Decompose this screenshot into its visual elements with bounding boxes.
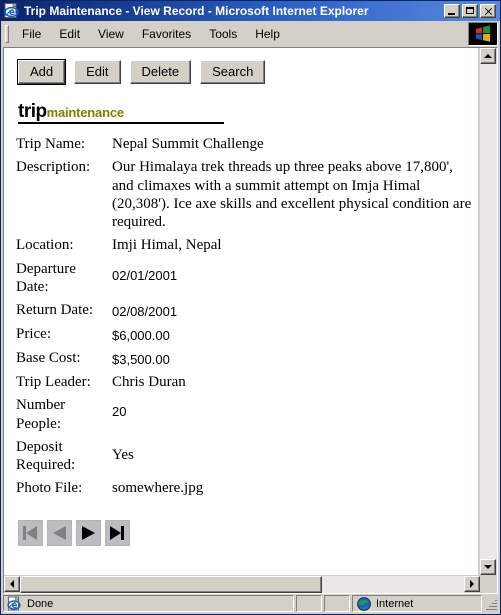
security-zone-label: Internet xyxy=(376,597,414,610)
skip-to-first-icon xyxy=(22,525,39,541)
menu-item-edit[interactable]: Edit xyxy=(50,25,89,43)
title-bar: e Trip Maintenance - View Record - Micro… xyxy=(1,1,500,21)
field-label-description: Description: xyxy=(16,159,91,176)
field-value-location: Imji Himal, Nepal xyxy=(112,237,222,254)
page-title-secondary: maintenance xyxy=(46,105,124,120)
scroll-left-button[interactable] xyxy=(4,576,20,592)
trip-record-table: Trip Name: Nepal Summit Challenge Descri… xyxy=(16,134,477,502)
scroll-up-button[interactable] xyxy=(480,48,496,64)
scroll-right-button[interactable] xyxy=(464,576,480,592)
scrollbar-corner xyxy=(480,575,497,593)
field-value-base-cost: $3,500.00 xyxy=(112,352,170,368)
field-value-trip-name: Nepal Summit Challenge xyxy=(112,136,264,152)
menu-bar: File Edit View Favorites Tools Help xyxy=(1,21,500,47)
search-button[interactable]: Search xyxy=(200,60,266,84)
vertical-scroll-track[interactable] xyxy=(480,64,497,559)
window-controls xyxy=(444,4,498,18)
status-pane-secondary-1 xyxy=(296,595,322,612)
field-value-trip-leader: Chris Duran xyxy=(112,373,186,390)
status-pane-secondary-2 xyxy=(324,595,350,612)
window-title: Trip Maintenance - View Record - Microso… xyxy=(24,4,369,18)
horizontal-scroll-track[interactable] xyxy=(20,576,464,593)
field-label-return-date: Return Date: xyxy=(16,302,94,319)
status-message: Done xyxy=(27,597,54,610)
maximize-button[interactable] xyxy=(462,4,478,18)
browser-client-area: Add Edit Delete Search tripmaintenance T xyxy=(3,47,498,594)
previous-record-button[interactable] xyxy=(47,519,72,546)
field-label-price: Price: xyxy=(16,326,51,343)
table-row: Price: $6,000.00 xyxy=(16,324,477,348)
skip-to-last-icon xyxy=(109,525,126,541)
field-label-deposit-required: Deposit Required: xyxy=(16,438,76,474)
field-value-photo-file: somewhere.jpg xyxy=(112,480,204,497)
horizontal-scrollbar-row xyxy=(4,575,497,593)
field-value-departure-date: 02/01/2001 xyxy=(112,267,178,283)
ie-document-icon: e xyxy=(4,2,20,19)
table-row: Trip Name: Nepal Summit Challenge xyxy=(16,134,477,157)
vertical-scrollbar[interactable] xyxy=(479,48,497,575)
security-zone-pane[interactable]: Internet xyxy=(352,595,482,612)
svg-text:e: e xyxy=(9,8,15,18)
menu-items: File Edit View Favorites Tools Help xyxy=(13,25,468,43)
last-record-button[interactable] xyxy=(105,519,130,546)
field-value-number-people: 20 xyxy=(112,404,127,420)
menu-item-favorites[interactable]: Favorites xyxy=(133,25,200,43)
menu-drag-handle[interactable] xyxy=(5,24,9,43)
browser-window: e Trip Maintenance - View Record - Micro… xyxy=(0,0,501,615)
svg-text:e: e xyxy=(12,600,18,610)
minimize-button[interactable] xyxy=(444,4,460,18)
next-record-button[interactable] xyxy=(76,519,101,546)
resize-grip[interactable] xyxy=(484,595,498,612)
close-button[interactable] xyxy=(480,4,496,18)
edit-button[interactable]: Edit xyxy=(74,60,121,84)
menu-item-view[interactable]: View xyxy=(89,25,133,43)
add-button[interactable]: Add xyxy=(16,59,67,85)
menu-item-file[interactable]: File xyxy=(13,25,50,43)
field-value-description: Our Himalaya trek threads up three peaks… xyxy=(112,159,472,231)
field-value-return-date: 02/08/2001 xyxy=(112,304,178,320)
windows-flag-logo[interactable] xyxy=(468,21,498,46)
status-message-pane: e Done xyxy=(3,595,294,612)
table-row: Location: Imji Himal, Nepal xyxy=(16,235,477,258)
page-title: tripmaintenance xyxy=(18,102,224,124)
record-navigation xyxy=(18,519,468,546)
delete-button[interactable]: Delete xyxy=(129,60,192,84)
next-icon xyxy=(80,525,97,541)
record-action-toolbar: Add Edit Delete Search xyxy=(16,59,468,85)
field-value-price: $6,000.00 xyxy=(112,328,170,344)
ie-document-icon: e xyxy=(7,596,23,611)
table-row: Return Date: 02/08/2001 xyxy=(16,300,477,324)
field-label-base-cost: Base Cost: xyxy=(16,350,81,367)
field-label-departure-date: Departure Date: xyxy=(16,260,76,296)
table-row: Number People: 20 xyxy=(16,395,477,437)
scroll-down-button[interactable] xyxy=(480,559,496,575)
previous-icon xyxy=(51,525,68,541)
page-content: Add Edit Delete Search tripmaintenance T xyxy=(4,48,478,552)
field-label-photo-file: Photo File: xyxy=(16,480,83,497)
globe-icon xyxy=(356,596,372,611)
table-row: Departure Date: 02/01/2001 xyxy=(16,259,477,301)
first-record-button[interactable] xyxy=(18,519,43,546)
horizontal-scrollbar[interactable] xyxy=(4,575,480,593)
table-row: Trip Leader: Chris Duran xyxy=(16,372,477,395)
table-row: Photo File: somewhere.jpg xyxy=(16,478,477,501)
field-label-trip-leader: Trip Leader: xyxy=(16,373,91,390)
horizontal-scroll-thumb[interactable] xyxy=(20,576,322,593)
table-row: Base Cost: $3,500.00 xyxy=(16,348,477,372)
status-bar: e Done Internet xyxy=(1,594,500,614)
menu-item-tools[interactable]: Tools xyxy=(200,25,246,43)
field-label-trip-name: Trip Name: xyxy=(16,136,86,152)
field-value-deposit-required: Yes xyxy=(112,446,134,463)
field-label-number-people: Number People: xyxy=(16,397,66,432)
table-row: Deposit Required: Yes xyxy=(16,437,477,479)
page-title-primary: trip xyxy=(18,101,47,122)
document-viewport: Add Edit Delete Search tripmaintenance T xyxy=(4,48,479,575)
menu-item-help[interactable]: Help xyxy=(246,25,289,43)
table-row: Description: Our Himalaya trek threads u… xyxy=(16,157,477,235)
field-label-location: Location: xyxy=(16,237,74,254)
